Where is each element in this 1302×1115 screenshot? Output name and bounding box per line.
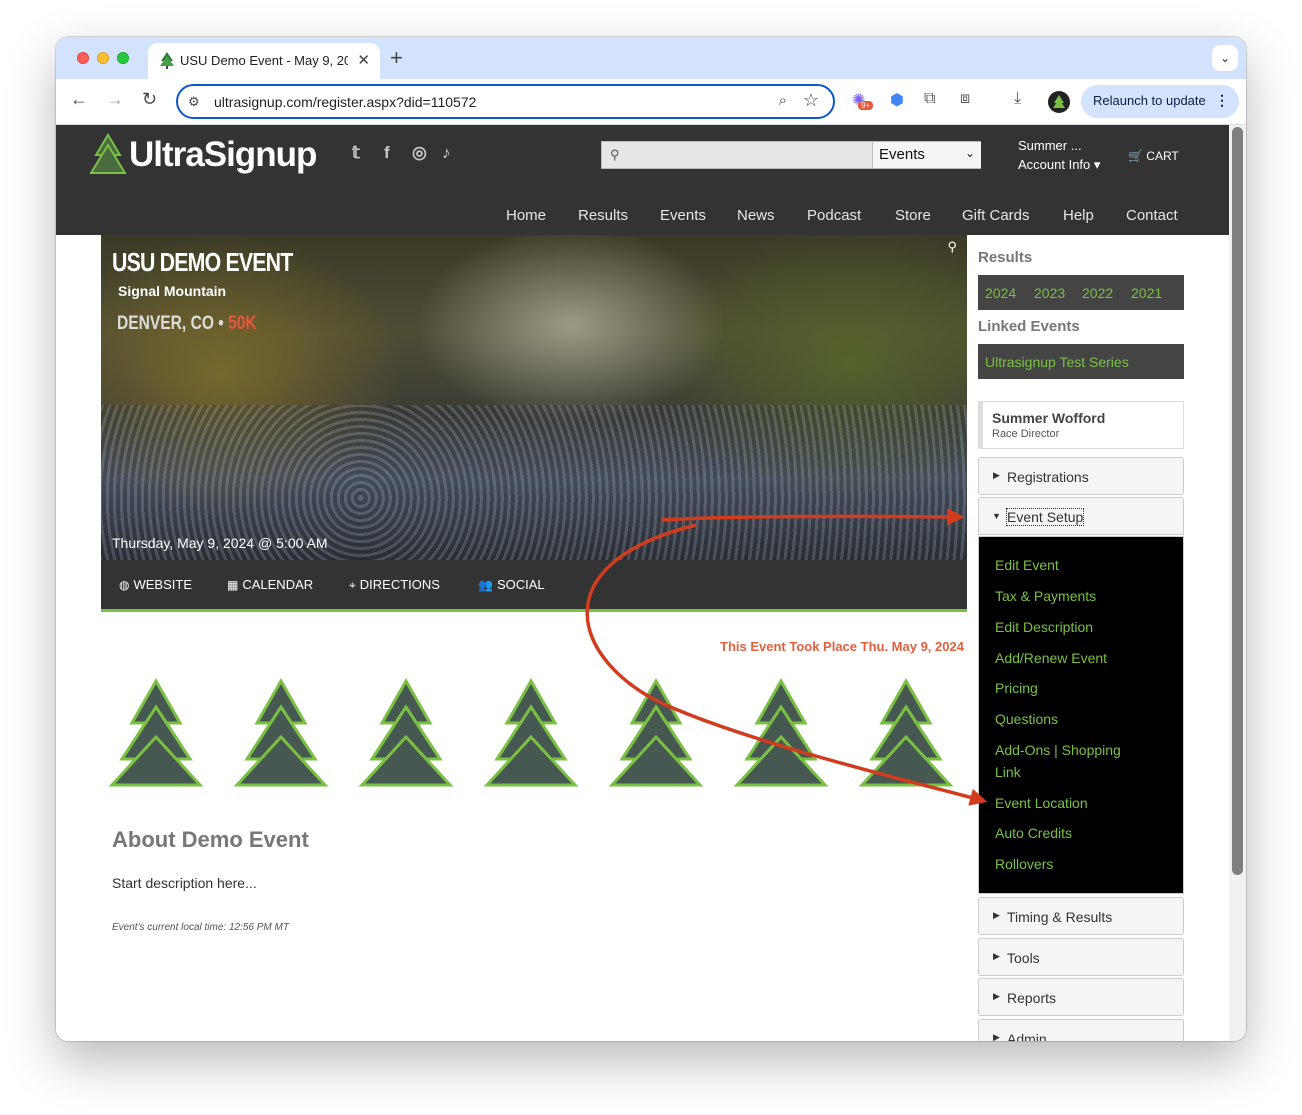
extension-screen-icon[interactable]: ⧉ bbox=[924, 90, 935, 108]
url-text[interactable]: ultrasignup.com/register.aspx?did=110572 bbox=[214, 94, 476, 110]
new-tab-button[interactable]: + bbox=[390, 45, 403, 71]
close-window-button[interactable] bbox=[77, 52, 89, 64]
annotation-arrow-to-event-setup bbox=[661, 508, 965, 526]
bookmark-star-icon[interactable]: ☆ bbox=[803, 90, 819, 111]
download-icon[interactable]: ⤓ bbox=[1014, 90, 1021, 108]
tab-search-button[interactable]: ⌄ bbox=[1212, 45, 1238, 71]
ultrasignup-tree-icon bbox=[160, 52, 174, 69]
site-info-icon[interactable]: ⚙ bbox=[188, 94, 200, 110]
tab-title: USU Demo Event - May 9, 2024 bbox=[180, 53, 348, 68]
annotation-arrow-to-event-location bbox=[585, 523, 988, 806]
extensions-puzzle-icon[interactable]: ⧈ bbox=[960, 90, 970, 108]
relaunch-button[interactable]: Relaunch to update ⋮ bbox=[1081, 85, 1239, 118]
more-menu-icon[interactable]: ⋮ bbox=[1215, 92, 1229, 109]
browser-toolbar: ← → ↻ ⚙ ultrasignup.com/register.aspx?di… bbox=[56, 79, 1246, 125]
forward-arrow-icon[interactable]: → bbox=[106, 89, 124, 110]
tab-close-icon[interactable]: ✕ bbox=[357, 51, 370, 69]
extension-hexagon-icon[interactable]: ⬢ bbox=[890, 90, 904, 110]
page-viewport: UltraSignup 𝕥 f ◎ ♪ ⚲ Events ⌄ Summer ..… bbox=[56, 125, 1229, 1041]
browser-window: USU Demo Event - May 9, 2024 ✕ + ⌄ ← → ↻… bbox=[56, 37, 1246, 1041]
tab-strip: USU Demo Event - May 9, 2024 ✕ + ⌄ bbox=[56, 37, 1246, 79]
browser-tab-active[interactable]: USU Demo Event - May 9, 2024 ✕ bbox=[148, 43, 380, 79]
address-bar[interactable]: ⚙ ultrasignup.com/register.aspx?did=1105… bbox=[176, 84, 835, 119]
profile-avatar[interactable] bbox=[1048, 91, 1070, 113]
reload-icon[interactable]: ↻ bbox=[142, 89, 157, 110]
zoom-window-button[interactable] bbox=[117, 52, 129, 64]
annotation-arrows bbox=[585, 508, 988, 806]
back-arrow-icon[interactable]: ← bbox=[70, 89, 88, 110]
relaunch-label: Relaunch to update bbox=[1093, 93, 1206, 108]
zoom-icon[interactable]: ⌕ bbox=[779, 92, 787, 109]
minimize-window-button[interactable] bbox=[97, 52, 109, 64]
scrollbar-thumb[interactable] bbox=[1232, 127, 1243, 875]
profile-tree-icon bbox=[1053, 95, 1065, 108]
extension-badge: 9+ bbox=[858, 101, 874, 110]
page-scrollbar[interactable] bbox=[1229, 125, 1246, 1041]
